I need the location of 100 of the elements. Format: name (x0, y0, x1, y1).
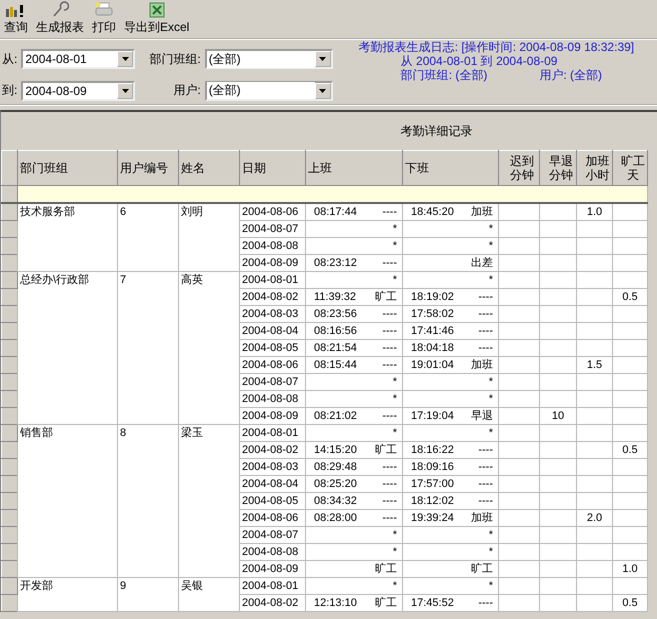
time-text: 08:23:12 (314, 256, 357, 270)
time-text: 08:21:02 (314, 409, 357, 424)
status-text: 旷工 (471, 562, 493, 576)
status-text: 加班 (471, 358, 493, 372)
status-text: ---- (478, 443, 493, 458)
overtime-hours: 1.0 (586, 206, 602, 218)
time-text: 19:01:04 (411, 358, 454, 372)
absent-days: 0.5 (622, 444, 638, 456)
time-text: 08:23:56 (314, 307, 357, 322)
toolbar-button[interactable]: 查询 (2, 2, 30, 36)
status-text: ---- (382, 341, 397, 356)
column-header[interactable]: 上班 (306, 150, 402, 186)
time-text: 08:15:44 (314, 358, 357, 372)
date-cell: 2004-08-01 (242, 427, 298, 439)
status-text: 旷工 (375, 562, 397, 576)
status-text: * (488, 426, 493, 440)
status-text: ---- (382, 460, 397, 474)
status-text: ---- (382, 477, 397, 492)
dropdown-field[interactable]: (全部) (204, 80, 333, 101)
name-cell: 刘明 (181, 206, 203, 218)
status-text: * (392, 375, 397, 390)
date-cell: 2004-08-09 (242, 410, 298, 422)
dropdown-field[interactable]: 2004-08-01 (21, 49, 136, 70)
status-text: 加班 (471, 205, 493, 220)
status-text: ---- (478, 477, 493, 492)
status-text: 旷工 (375, 290, 397, 304)
column-header[interactable]: 部门班组 (18, 150, 118, 186)
time-text: 18:04:18 (411, 341, 454, 356)
row-selector[interactable] (2, 203, 18, 220)
department-cell: 销售部 (20, 427, 53, 439)
status-text: 加班 (471, 511, 493, 526)
status-text: ---- (382, 205, 397, 220)
status-text: ---- (382, 494, 397, 508)
time-text: 12:13:10 (314, 596, 357, 610)
field-label: 到: (2, 82, 18, 100)
column-header[interactable]: 旷工天 (612, 150, 648, 186)
absent-days: 0.5 (622, 597, 638, 609)
time-text: 18:16:22 (411, 443, 454, 458)
wrench-icon (51, 0, 69, 18)
spreadsheet-icon (148, 2, 165, 18)
status-text: * (392, 273, 397, 288)
date-cell: 2004-08-04 (242, 325, 298, 337)
status-text: * (392, 579, 397, 594)
date-cell: 2004-08-07 (242, 223, 298, 235)
date-cell: 2004-08-08 (242, 393, 298, 405)
log-text: 从 2004-08-01 到 2004-08-09 (400, 54, 558, 68)
toolbar-button[interactable]: 打印 (90, 2, 118, 36)
status-text: ---- (478, 341, 493, 356)
column-header[interactable]: 姓名 (178, 150, 240, 186)
column-header[interactable]: 用户编号 (118, 150, 178, 186)
column-header[interactable]: 早退分钟 (540, 150, 576, 186)
time-text: 17:58:02 (411, 307, 454, 322)
date-cell: 2004-08-09 (242, 257, 298, 269)
column-header[interactable]: 日期 (240, 150, 306, 186)
dropdown-field[interactable]: 2004-08-09 (21, 80, 136, 101)
status-text: * (392, 545, 397, 560)
log-text: 用户: (全部) (539, 68, 602, 82)
department-cell: 总经办\行政部 (20, 274, 90, 286)
early-leave-minutes: 10 (552, 410, 564, 422)
status-text: ---- (382, 256, 397, 270)
dropdown-field[interactable]: (全部) (204, 49, 333, 70)
absent-days: 0.5 (622, 291, 638, 303)
time-text: 18:19:02 (411, 290, 454, 304)
column-header[interactable]: 迟到分钟 (498, 150, 540, 186)
time-text: 08:28:00 (314, 511, 357, 526)
status-text: ---- (382, 358, 397, 372)
status-text: ---- (478, 307, 493, 322)
status-text: ---- (478, 324, 493, 338)
field-label: 用户: (172, 82, 201, 100)
name-cell: 梁玉 (181, 427, 203, 439)
dropdown-arrow-icon (319, 57, 326, 62)
time-text: 17:19:04 (411, 409, 454, 424)
log-text: 部门班组: (全部) (400, 68, 488, 82)
date-cell: 2004-08-03 (242, 308, 298, 320)
time-text: 08:25:20 (314, 477, 357, 492)
dropdown-arrow-icon (122, 88, 129, 93)
status-text: * (392, 528, 397, 542)
column-header[interactable]: 加班小时 (576, 150, 612, 186)
date-cell: 2004-08-02 (242, 597, 298, 609)
status-text: ---- (478, 460, 493, 474)
status-text: * (488, 375, 493, 390)
status-text: ---- (478, 290, 493, 304)
status-text: * (488, 239, 493, 254)
time-text: 18:45:20 (411, 205, 454, 220)
date-cell: 2004-08-04 (242, 478, 298, 490)
status-text: 早退 (471, 409, 493, 424)
user-id-cell: 6 (120, 206, 126, 218)
toolbar-button[interactable]: 导出到Excel (122, 2, 192, 36)
date-cell: 2004-08-01 (242, 274, 298, 286)
printer-icon (94, 2, 114, 18)
dropdown-arrow-icon (319, 88, 326, 93)
dropdown-arrow-icon (122, 57, 129, 62)
time-text: 19:39:24 (411, 511, 454, 526)
status-text: * (488, 579, 493, 594)
name-cell: 高英 (181, 274, 203, 286)
time-text: 17:57:00 (411, 477, 454, 492)
time-text: 17:45:52 (411, 596, 454, 610)
column-header[interactable]: 下班 (402, 150, 498, 186)
date-cell: 2004-08-08 (242, 240, 298, 252)
toolbar-button[interactable]: 生成报表 (34, 2, 86, 36)
